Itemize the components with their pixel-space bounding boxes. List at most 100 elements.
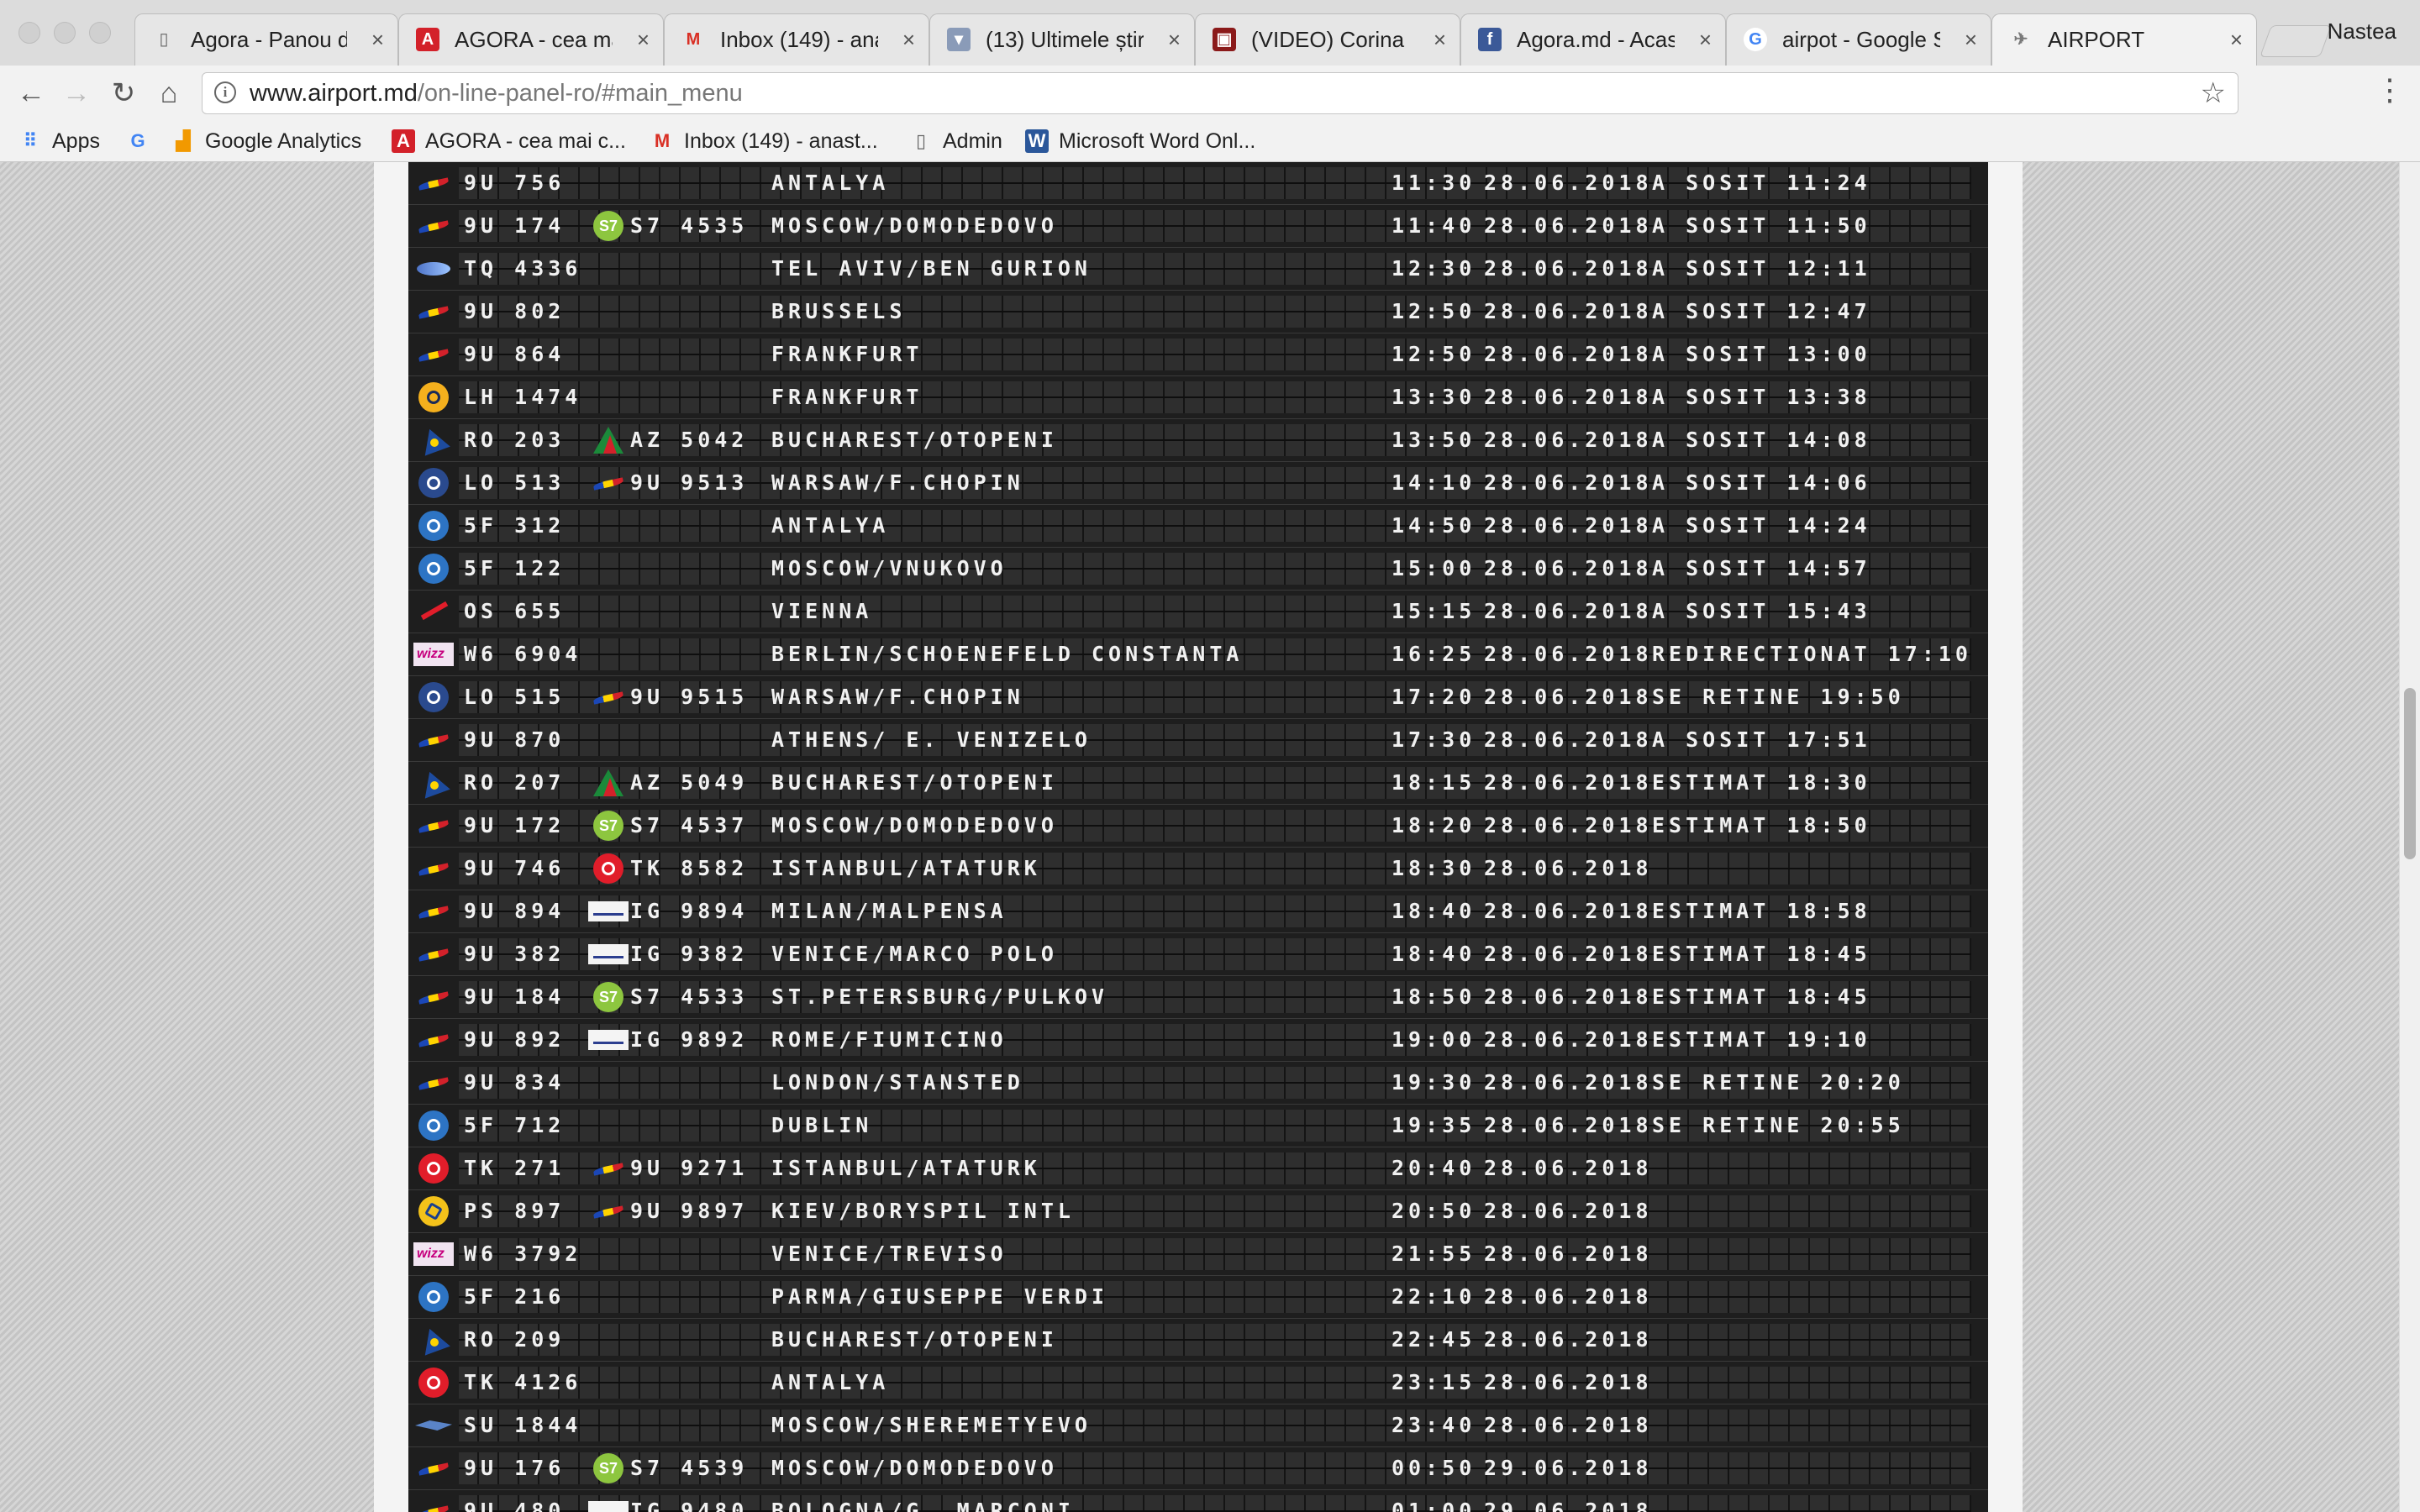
- bookmark-google[interactable]: G: [126, 126, 150, 156]
- flight-date: 28.06.2018: [1484, 213, 1653, 238]
- flight-number: 9U 176: [464, 1456, 566, 1480]
- forward-arrow-icon[interactable]: →: [57, 74, 96, 113]
- tab-close-icon[interactable]: ×: [371, 14, 384, 65]
- window-minimize-button[interactable]: [54, 22, 76, 44]
- flight-status: A SOSIT 12:47: [1652, 299, 1871, 323]
- tab-close-icon[interactable]: ×: [1434, 14, 1446, 65]
- flight-row: TK 271 9U 9271 ISTANBUL/ATATURK 20:40 28.06.…: [408, 1147, 1988, 1190]
- flight-number: TQ 4336: [464, 256, 582, 281]
- codeshare-logo-icon: [587, 211, 630, 241]
- flight-date: 28.06.2018: [1484, 556, 1653, 580]
- document-icon: ▯: [915, 130, 927, 151]
- tab-close-icon[interactable]: ×: [2230, 14, 2243, 65]
- tab-close-icon[interactable]: ×: [1699, 14, 1712, 65]
- flight-number: 9U 756: [464, 171, 566, 195]
- codeshare-flight-number: IG 9894: [630, 899, 749, 923]
- bookmark-star-icon[interactable]: ☆: [2201, 76, 2226, 110]
- tab-agora-cea-mai[interactable]: A AGORA - cea mai ×: [398, 13, 664, 66]
- bookmark-agora[interactable]: A AGORA - cea mai c...: [392, 126, 626, 156]
- reload-icon[interactable]: ↻: [104, 74, 143, 113]
- flight-row: LH 1474 FRANKFURT 13:30 28.06.2018 A SOSIT 1…: [408, 376, 1988, 419]
- flight-row: 9U 870 ATHENS/ E. VENIZELO 17:30 28.06.2018…: [408, 719, 1988, 762]
- flight-destination: VIENNA: [771, 599, 873, 623]
- codeshare-flight-number: TK 8582: [630, 856, 749, 880]
- tab-agora-panou[interactable]: ▯ Agora - Panou de ×: [134, 13, 398, 66]
- airline-logo-icon: [412, 211, 455, 241]
- flight-status: SE RETINE 19:50: [1652, 685, 1905, 709]
- tab-airport[interactable]: ✈ AIRPORT ×: [1991, 13, 2257, 66]
- flight-row: 9U 864 FRANKFURT 12:50 28.06.2018 A SOSIT 13…: [408, 333, 1988, 376]
- scrollbar[interactable]: [2399, 162, 2420, 1512]
- tab-close-icon[interactable]: ×: [902, 14, 915, 65]
- agora-icon: A: [416, 28, 439, 51]
- home-icon[interactable]: ⌂: [150, 74, 188, 113]
- flight-row: 9U 756 ANTALYA 11:30 28.06.2018 A SOSIT 11:2…: [408, 162, 1988, 205]
- codeshare-logo-icon: [587, 896, 630, 927]
- flight-date: 28.06.2018: [1484, 770, 1653, 795]
- flight-status: A SOSIT 17:51: [1652, 727, 1871, 752]
- tab-video-corina[interactable]: ▣ (VIDEO) Corina ×: [1195, 13, 1460, 66]
- google-icon: G: [1744, 28, 1767, 51]
- tab-close-icon[interactable]: ×: [1965, 14, 1977, 65]
- airline-logo-icon: [412, 1368, 455, 1398]
- bookmark-apps[interactable]: ⠿ Apps: [18, 126, 100, 156]
- flight-row: 9U 894 IG 9894 MILAN/MALPENSA 18:40 28.06.20…: [408, 890, 1988, 933]
- codeshare-logo-icon: [587, 811, 630, 841]
- flight-status: A SOSIT 11:50: [1652, 213, 1871, 238]
- tab-agora-acasa[interactable]: f Agora.md - Acasă ×: [1460, 13, 1726, 66]
- flight-number: 5F 216: [464, 1284, 566, 1309]
- bookmark-word-online[interactable]: W Microsoft Word Onl...: [1025, 126, 1255, 156]
- tab-inbox[interactable]: M Inbox (149) - anas ×: [664, 13, 929, 66]
- bookmark-label: Admin: [943, 129, 1002, 153]
- flight-destination: BOLOGNA/G. MARCONI: [771, 1499, 1075, 1512]
- window-close-button[interactable]: [18, 22, 40, 44]
- flight-number: 9U 870: [464, 727, 566, 752]
- bookmark-admin[interactable]: ▯ Admin: [909, 126, 1002, 156]
- browser-menu-icon[interactable]: ⋮: [2375, 72, 2405, 108]
- codeshare-logo-icon: [587, 1025, 630, 1055]
- flight-number: 9U 746: [464, 856, 566, 880]
- url-host: www.airport.md: [250, 80, 418, 107]
- flight-number: TK 4126: [464, 1370, 582, 1394]
- flight-row: 5F 122 MOSCOW/VNUKOVO 15:00 28.06.2018 A SOS…: [408, 548, 1988, 591]
- airline-logo-icon: [412, 1153, 455, 1184]
- flight-row: 9U 892 IG 9892 ROME/FIUMICINO 19:00 28.06.20…: [408, 1019, 1988, 1062]
- airline-logo-icon: [412, 1282, 455, 1312]
- codeshare-logo-icon: [587, 682, 630, 712]
- flight-date: 28.06.2018: [1484, 984, 1653, 1009]
- bookmark-google-analytics[interactable]: ▟ Google Analytics: [171, 126, 362, 156]
- flight-status: REDIRECTIONAT 17:10: [1652, 642, 1972, 666]
- flight-row: RO 209 BUCHAREST/OTOPENI 22:45 28.06.2018: [408, 1319, 1988, 1362]
- flight-status: A SOSIT 14:08: [1652, 428, 1871, 452]
- flight-row: 9U 174 S7 4535 MOSCOW/DOMODEDOVO 11:40 28.06…: [408, 205, 1988, 248]
- scrollbar-thumb[interactable]: [2404, 688, 2416, 859]
- tab-google-search[interactable]: G airpot - Google Se ×: [1726, 13, 1991, 66]
- back-arrow-icon[interactable]: ←: [12, 74, 50, 113]
- flight-date: 29.06.2018: [1484, 1456, 1653, 1480]
- info-icon[interactable]: i: [214, 81, 236, 103]
- new-tab-button[interactable]: [2260, 25, 2332, 57]
- flight-row: LO 515 9U 9515 WARSAW/F.CHOPIN 17:20 28.06.2…: [408, 676, 1988, 719]
- split-flap-cells: [459, 1410, 1971, 1441]
- news-icon: ▾: [947, 28, 971, 51]
- address-bar[interactable]: i www.airport.md/on-line-panel-ro/#main_…: [202, 72, 2238, 114]
- bookmark-label: Microsoft Word Onl...: [1059, 129, 1256, 153]
- split-flap-cells: [459, 1281, 1971, 1313]
- tab-close-icon[interactable]: ×: [637, 14, 650, 65]
- video-icon: ▣: [1213, 28, 1236, 51]
- flight-row: 5F 712 DUBLIN 19:35 28.06.2018 SE RETINE 20:…: [408, 1105, 1988, 1147]
- tab-close-icon[interactable]: ×: [1168, 14, 1181, 65]
- flight-date: 28.06.2018: [1484, 1284, 1653, 1309]
- airline-logo-icon: [412, 554, 455, 584]
- flight-status: A SOSIT 11:24: [1652, 171, 1871, 195]
- address-url[interactable]: www.airport.md/on-line-panel-ro/#main_me…: [250, 80, 743, 108]
- scheduled-time: 17:20: [1392, 685, 1476, 709]
- document-icon: ▯: [159, 30, 169, 49]
- tab-ultimele-stiri[interactable]: ▾ (13) Ultimele știri ×: [929, 13, 1195, 66]
- bookmark-inbox[interactable]: M Inbox (149) - anast...: [650, 126, 878, 156]
- window-zoom-button[interactable]: [89, 22, 111, 44]
- flight-row: PS 897 9U 9897 KIEV/BORYSPIL INTL 20:50 28.0…: [408, 1190, 1988, 1233]
- profile-name[interactable]: Nastea: [2328, 18, 2396, 45]
- flight-row: RO 207 AZ 5049 BUCHAREST/OTOPENI 18:15 28.06…: [408, 762, 1988, 805]
- flight-row: W6 3792 VENICE/TREVISO 21:55 28.06.2018: [408, 1233, 1988, 1276]
